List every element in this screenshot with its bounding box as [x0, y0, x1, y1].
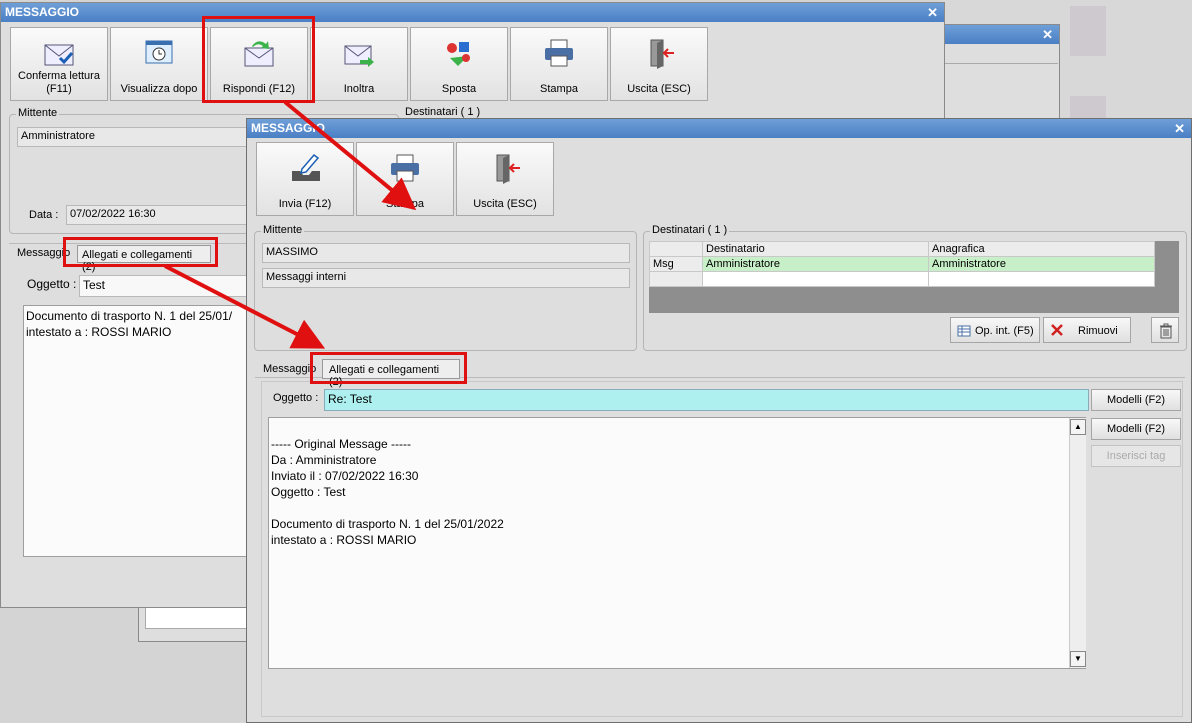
arrow-allegati-to-front	[164, 264, 326, 349]
annotation-arrows	[164, 100, 417, 349]
arrow-rispondi-to-window	[283, 100, 417, 211]
